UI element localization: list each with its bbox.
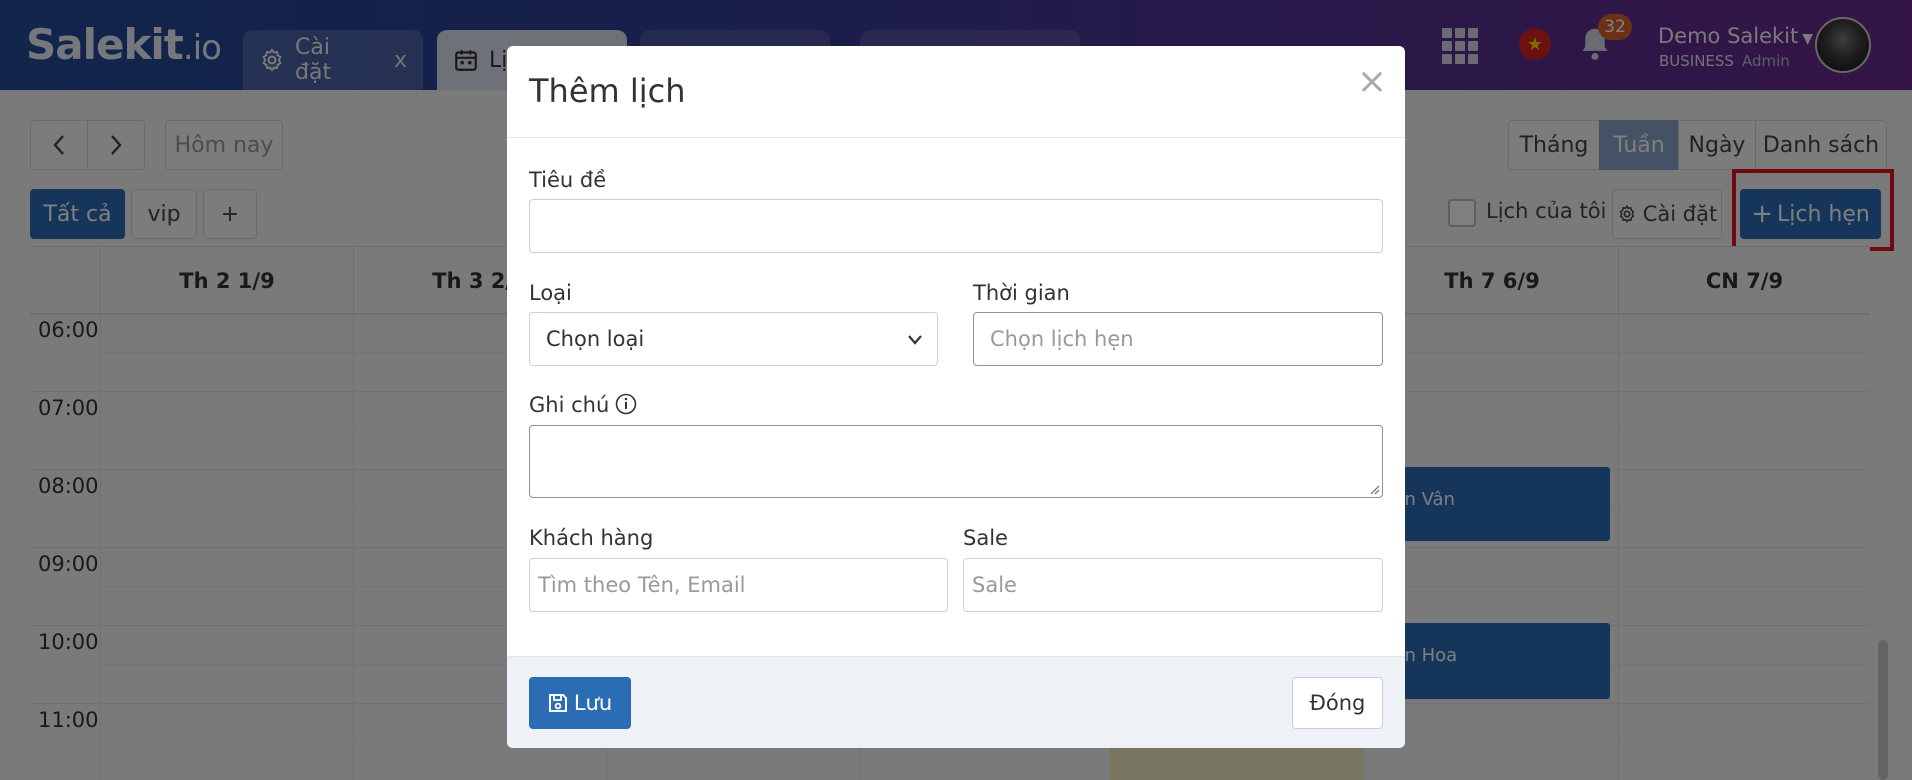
add-schedule-modal: Thêm lịch × Tiêu đề Loại Chọn loại Thời … bbox=[507, 46, 1405, 748]
close-icon[interactable]: × bbox=[1357, 64, 1387, 100]
sale-label: Sale bbox=[963, 526, 1008, 550]
note-label: Ghi chú bbox=[529, 393, 637, 420]
info-icon[interactable] bbox=[615, 393, 637, 420]
time-picker-input[interactable]: Chọn lịch hẹn bbox=[973, 312, 1383, 366]
note-textarea[interactable] bbox=[529, 425, 1383, 498]
modal-header: Thêm lịch × bbox=[507, 46, 1405, 138]
modal-title: Thêm lịch bbox=[529, 72, 686, 110]
resize-grip-icon[interactable] bbox=[1368, 483, 1380, 495]
type-label: Loại bbox=[529, 281, 572, 305]
title-input[interactable] bbox=[529, 199, 1383, 253]
modal-footer: Lưu Đóng bbox=[507, 656, 1405, 748]
title-label: Tiêu đề bbox=[529, 168, 607, 192]
customer-label: Khách hàng bbox=[529, 526, 654, 550]
chevron-down-icon bbox=[908, 335, 922, 345]
time-label: Thời gian bbox=[973, 281, 1070, 305]
customer-search-input[interactable]: Tìm theo Tên, Email bbox=[529, 558, 948, 612]
save-icon bbox=[548, 694, 567, 712]
close-button[interactable]: Đóng bbox=[1292, 677, 1383, 729]
type-select[interactable]: Chọn loại bbox=[529, 312, 938, 366]
sale-input[interactable]: Sale bbox=[963, 558, 1383, 612]
save-button[interactable]: Lưu bbox=[529, 677, 631, 729]
